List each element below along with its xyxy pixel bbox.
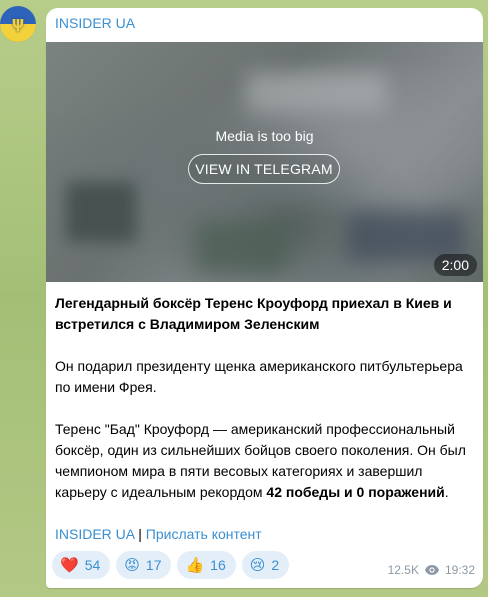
video-preview[interactable]: Media is too big VIEW IN TELEGRAM 2:00 [46, 42, 483, 282]
link-separator: | [134, 526, 146, 542]
reaction-thumbs-up[interactable]: 👍 16 [177, 551, 236, 579]
reaction-heart[interactable]: ❤️ 54 [52, 551, 111, 579]
heart-icon: ❤️ [60, 555, 79, 574]
channel-link[interactable]: INSIDER UA [55, 526, 134, 542]
thumbs-up-icon: 👍 [185, 555, 205, 574]
message-bubble: INSIDER UA Media is too big VIEW IN TELE… [46, 8, 483, 588]
message-time: 19:32 [444, 563, 475, 577]
reaction-count: 2 [271, 557, 280, 573]
trident-icon: ψ [11, 13, 25, 32]
post-title: Легендарный боксёр Теренс Кроуфорд приех… [55, 295, 452, 332]
channel-name[interactable]: INSIDER UA [55, 15, 135, 31]
channel-avatar[interactable]: ψ [0, 6, 36, 42]
crying-face-icon: 😢 [249, 555, 266, 574]
submit-content-link[interactable]: Прислать контент [146, 526, 262, 542]
post-links: INSIDER UA | Прислать контент [55, 524, 475, 545]
view-in-telegram-button[interactable]: VIEW IN TELEGRAM [188, 154, 340, 184]
bold-record: 42 победы и 0 поражений [266, 484, 445, 500]
blurred-thumbnail-region [196, 222, 286, 272]
reactions-bar: ❤️ 54 😡 17 👍 16 😢 2 [52, 551, 290, 579]
post-paragraph: Он подарил президенту щенка американског… [55, 358, 463, 395]
reaction-crying[interactable]: 😢 2 [241, 551, 290, 579]
post-text: Легендарный боксёр Теренс Кроуфорд приех… [55, 293, 475, 545]
reaction-angry[interactable]: 😡 17 [116, 551, 172, 579]
eye-icon [424, 565, 439, 575]
view-count: 12.5K [387, 563, 419, 577]
reaction-count: 54 [84, 557, 101, 573]
reaction-count: 17 [145, 557, 162, 573]
paragraph-end: . [444, 484, 449, 500]
blurred-thumbnail-region [66, 182, 136, 242]
media-too-big-message: Media is too big [215, 128, 314, 144]
reaction-count: 16 [210, 557, 226, 573]
blurred-thumbnail-region [246, 72, 386, 112]
angry-face-icon: 😡 [124, 555, 140, 574]
post-paragraph: Теренс "Бад" Кроуфорд — американский про… [55, 419, 475, 503]
video-duration-badge: 2:00 [433, 254, 477, 276]
message-meta: 12.5K 19:32 [388, 563, 475, 577]
